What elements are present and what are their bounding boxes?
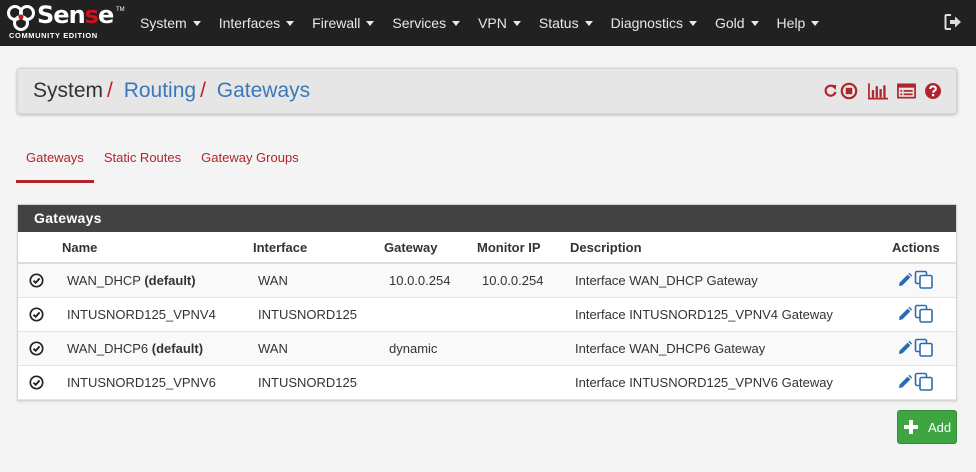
top-navbar: Sense TM COMMUNITY EDITION System Interf…: [0, 0, 976, 46]
table-row: INTUSNORD125_VPNV6 INTUSNORD125 Interfac…: [18, 365, 956, 400]
gateway-description: Interface INTUSNORD125_VPNV4 Gateway: [570, 297, 892, 332]
menu-system[interactable]: System: [140, 15, 201, 31]
main-menu: System Interfaces Firewall Services VPN …: [140, 0, 837, 46]
menu-vpn[interactable]: VPN: [478, 15, 521, 31]
gateway-interface: WAN: [253, 331, 384, 366]
gateway-address: dynamic: [384, 331, 477, 366]
caret-down-icon: [811, 21, 820, 26]
edit-pencil-icon[interactable]: [897, 340, 913, 356]
menu-firewall[interactable]: Firewall: [312, 15, 375, 31]
copy-icon[interactable]: [914, 304, 934, 324]
default-marker: (default): [144, 272, 196, 288]
check-circle-icon: [29, 273, 44, 288]
logo-trademark: TM: [116, 7, 125, 13]
edit-pencil-icon[interactable]: [897, 306, 913, 322]
check-circle-icon: [29, 306, 44, 322]
tab-gateways[interactable]: Gateways: [16, 146, 94, 183]
pfsense-logo[interactable]: Sense TM COMMUNITY EDITION: [6, 1, 125, 41]
caret-down-icon: [286, 21, 295, 26]
check-circle-icon: [29, 340, 44, 356]
menu-gold[interactable]: Gold: [715, 15, 759, 31]
stop-icon[interactable]: [840, 82, 858, 100]
caret-down-icon: [192, 21, 201, 26]
logo-mark-icon: [7, 5, 35, 31]
column-interface: Interface: [253, 232, 384, 264]
gateway-address: [384, 365, 477, 400]
gateway-name: WAN_DHCP: [67, 272, 141, 288]
caret-down-icon: [584, 21, 593, 26]
column-monitor-ip: Monitor IP: [477, 232, 570, 264]
menu-help[interactable]: Help: [777, 15, 820, 31]
edit-pencil-icon[interactable]: [897, 272, 913, 288]
breadcrumb-separator: /: [107, 79, 113, 102]
add-button-label: Add: [928, 419, 952, 435]
gateway-description: Interface WAN_DHCP Gateway: [570, 263, 892, 298]
check-circle-icon: [29, 374, 44, 390]
column-gateway: Gateway: [384, 232, 477, 264]
column-status: [18, 232, 62, 264]
bar-chart-icon[interactable]: [868, 82, 889, 100]
column-actions: Actions: [892, 232, 956, 264]
panel-title: Gateways: [18, 205, 956, 232]
menu-diagnostics[interactable]: Diagnostics: [611, 15, 697, 31]
breadcrumb-shortcuts: [816, 82, 942, 100]
tab-static-routes[interactable]: Static Routes: [94, 146, 191, 183]
log-list-icon[interactable]: [897, 82, 916, 100]
gateway-description: Interface WAN_DHCP6 Gateway: [570, 331, 892, 366]
logo-wordmark: Sense: [37, 1, 114, 29]
gateway-interface: WAN: [253, 263, 384, 298]
gateways-panel: Gateways Name Interface Gateway Monitor …: [17, 204, 957, 401]
plus-icon: [904, 420, 918, 434]
table-row: WAN_DHCP (default) WAN 10.0.0.254 10.0.0…: [18, 263, 956, 298]
table-row: WAN_DHCP6 (default) WAN dynamic Interfac…: [18, 331, 956, 366]
restart-icon[interactable]: [823, 82, 838, 100]
logo-edition: COMMUNITY EDITION: [9, 31, 98, 40]
gateway-name: INTUSNORD125_VPNV6: [67, 374, 216, 390]
caret-down-icon: [750, 21, 759, 26]
breadcrumb: System / Routing / Gateways: [33, 79, 310, 103]
gateway-address: 10.0.0.254: [384, 263, 477, 298]
menu-services[interactable]: Services: [392, 15, 461, 31]
table-header-row: Name Interface Gateway Monitor IP Descri…: [18, 232, 956, 264]
copy-icon[interactable]: [914, 338, 934, 358]
gateway-monitor-ip: 10.0.0.254: [477, 263, 570, 298]
gateways-table: Name Interface Gateway Monitor IP Descri…: [18, 232, 956, 400]
menu-interfaces[interactable]: Interfaces: [219, 15, 295, 31]
breadcrumb-panel: System / Routing / Gateways: [17, 68, 957, 114]
menu-status[interactable]: Status: [539, 15, 593, 31]
caret-down-icon: [688, 21, 697, 26]
gateway-name: INTUSNORD125_VPNV4: [67, 306, 216, 322]
gateway-description: Interface INTUSNORD125_VPNV6 Gateway: [570, 365, 892, 400]
table-row: INTUSNORD125_VPNV4 INTUSNORD125 Interfac…: [18, 297, 956, 332]
breadcrumb-gateways[interactable]: Gateways: [217, 79, 310, 102]
tab-gateway-groups[interactable]: Gateway Groups: [191, 146, 309, 183]
caret-down-icon: [512, 21, 521, 26]
gateway-monitor-ip: [477, 365, 570, 400]
add-gateway-button[interactable]: Add: [897, 410, 957, 444]
gateway-monitor-ip: [477, 297, 570, 332]
default-marker: (default): [151, 340, 204, 356]
gateway-address: [384, 297, 477, 332]
column-description: Description: [570, 232, 892, 264]
page-tabs: Gateways Static Routes Gateway Groups: [16, 146, 309, 183]
help-icon[interactable]: [924, 82, 942, 100]
gateway-monitor-ip: [477, 331, 570, 366]
breadcrumb-routing[interactable]: Routing: [124, 79, 196, 102]
caret-down-icon: [366, 21, 375, 26]
sign-out-icon[interactable]: [944, 13, 962, 31]
gateway-interface: INTUSNORD125: [253, 297, 384, 332]
edit-pencil-icon[interactable]: [897, 374, 913, 390]
gateway-name: WAN_DHCP6: [67, 340, 149, 356]
gateway-interface: INTUSNORD125: [253, 365, 384, 400]
copy-icon[interactable]: [914, 372, 934, 392]
breadcrumb-separator: /: [200, 79, 206, 102]
caret-down-icon: [452, 21, 461, 26]
copy-icon[interactable]: [914, 270, 934, 290]
column-name: Name: [62, 232, 253, 264]
breadcrumb-system: System: [33, 79, 104, 102]
